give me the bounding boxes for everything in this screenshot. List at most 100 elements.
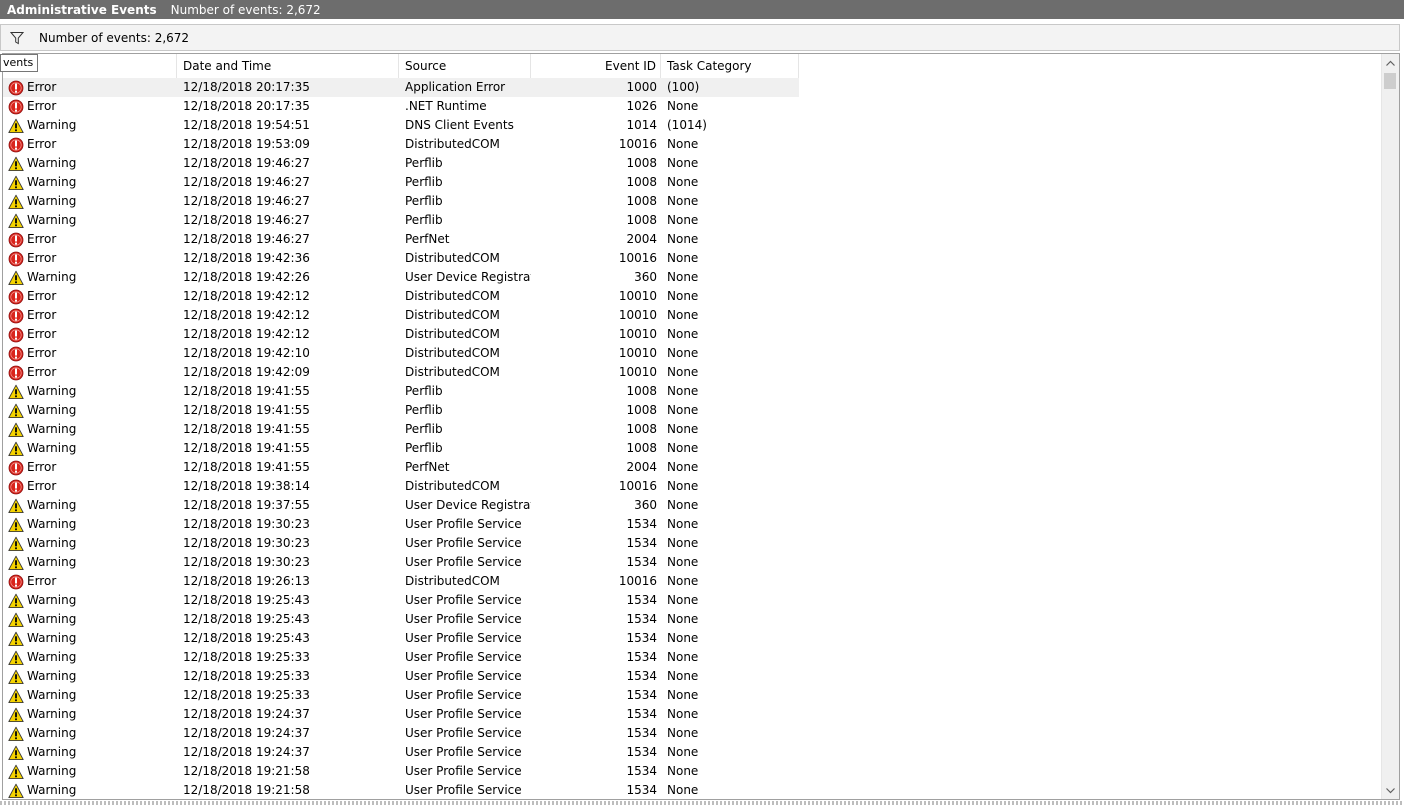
event-id-cell: 1534: [626, 669, 657, 683]
level-cell: Warning: [3, 192, 177, 211]
level-cell: Warning: [3, 781, 177, 799]
table-row[interactable]: Warning 12/18/2018 19:46:27 Perflib 1008 Non…: [3, 211, 799, 230]
source-cell: User Device Registrat...: [405, 270, 531, 284]
table-row[interactable]: Error 12/18/2018 20:17:35 .NET Runtime 1026…: [3, 97, 799, 116]
level-text: Warning: [27, 384, 77, 398]
task-category-cell: None: [667, 536, 699, 550]
table-row[interactable]: Error 12/18/2018 19:53:09 DistributedCOM 10…: [3, 135, 799, 154]
vertical-scrollbar[interactable]: [1381, 54, 1399, 799]
task-category-cell: None: [667, 441, 699, 455]
table-row[interactable]: Error 12/18/2018 19:41:55 PerfNet 2004 None: [3, 458, 799, 477]
event-id-cell: 1008: [626, 213, 657, 227]
task-category-cell: None: [667, 403, 699, 417]
level-cell: Warning: [3, 268, 177, 287]
table-row[interactable]: Warning 12/18/2018 19:41:55 Perflib 1008 Non…: [3, 439, 799, 458]
event-id-cell: 1534: [626, 536, 657, 550]
source-cell: DistributedCOM: [405, 479, 500, 493]
source-cell: User Profile Service: [405, 707, 522, 721]
table-row[interactable]: Warning 12/18/2018 19:25:43 User Profile S…: [3, 591, 799, 610]
table-row[interactable]: Warning 12/18/2018 19:25:33 User Profile S…: [3, 686, 799, 705]
level-text: Warning: [27, 517, 77, 531]
scroll-down-icon[interactable]: [1382, 782, 1399, 799]
view-title: Administrative Events: [7, 2, 157, 17]
date-cell: 12/18/2018 19:42:36: [183, 251, 310, 265]
table-row[interactable]: Warning 12/18/2018 19:25:33 User Profile S…: [3, 667, 799, 686]
table-row[interactable]: Warning 12/18/2018 19:46:27 Perflib 1008 Non…: [3, 192, 799, 211]
table-row[interactable]: Error 12/18/2018 19:46:27 PerfNet 2004 None: [3, 230, 799, 249]
table-row[interactable]: Warning 12/18/2018 19:30:23 User Profile S…: [3, 515, 799, 534]
date-cell: 12/18/2018 19:41:55: [183, 422, 310, 436]
table-row[interactable]: Error 12/18/2018 19:42:12 DistributedCOM 10…: [3, 306, 799, 325]
level-text: Warning: [27, 707, 77, 721]
task-category-cell: None: [667, 365, 699, 379]
event-id-cell: 10016: [618, 137, 657, 151]
table-row[interactable]: Warning 12/18/2018 19:24:37 User Profile S…: [3, 705, 799, 724]
task-category-cell: None: [667, 517, 699, 531]
scroll-thumb[interactable]: [1384, 73, 1396, 89]
column-header-task-category[interactable]: Task Category: [661, 54, 799, 78]
source-cell: PerfNet: [405, 232, 450, 246]
warning-icon: [8, 783, 27, 799]
warning-icon: [8, 536, 27, 552]
event-id-cell: 1534: [626, 726, 657, 740]
table-row[interactable]: Warning 12/18/2018 19:42:26 User Device Re…: [3, 268, 799, 287]
level-cell: Error: [3, 249, 177, 268]
table-row[interactable]: Error 12/18/2018 19:42:09 DistributedCOM 10…: [3, 363, 799, 382]
table-row[interactable]: Warning 12/18/2018 19:46:27 Perflib 1008 Non…: [3, 173, 799, 192]
table-row[interactable]: Warning 12/18/2018 19:21:58 User Profile S…: [3, 781, 799, 799]
table-row[interactable]: Warning 12/18/2018 19:41:55 Perflib 1008 Non…: [3, 382, 799, 401]
source-cell: .NET Runtime: [405, 99, 487, 113]
source-cell: DistributedCOM: [405, 574, 500, 588]
level-cell: Warning: [3, 553, 177, 572]
table-row[interactable]: Error 12/18/2018 19:42:10 DistributedCOM 10…: [3, 344, 799, 363]
source-cell: DistributedCOM: [405, 308, 500, 322]
column-header-event-id[interactable]: Event ID: [531, 54, 661, 78]
source-cell: Perflib: [405, 213, 443, 227]
event-id-cell: 1534: [626, 745, 657, 759]
table-row[interactable]: Warning 12/18/2018 19:41:55 Perflib 1008 Non…: [3, 401, 799, 420]
table-row[interactable]: Warning 12/18/2018 19:25:43 User Profile S…: [3, 629, 799, 648]
event-id-cell: 1534: [626, 517, 657, 531]
source-cell: PerfNet: [405, 460, 450, 474]
table-row[interactable]: Error 12/18/2018 19:42:36 DistributedCOM 10…: [3, 249, 799, 268]
date-cell: 12/18/2018 19:37:55: [183, 498, 310, 512]
event-id-cell: 1008: [626, 403, 657, 417]
table-row[interactable]: Error 12/18/2018 19:42:12 DistributedCOM 10…: [3, 325, 799, 344]
funnel-icon[interactable]: [7, 28, 27, 48]
warning-icon: [8, 631, 27, 647]
column-header-source[interactable]: Source: [399, 54, 531, 78]
scroll-up-icon[interactable]: [1382, 54, 1399, 71]
task-category-cell: None: [667, 327, 699, 341]
date-cell: 12/18/2018 19:46:27: [183, 213, 310, 227]
table-row[interactable]: Warning 12/18/2018 19:21:58 User Profile S…: [3, 762, 799, 781]
level-text: Warning: [27, 593, 77, 607]
table-row[interactable]: Error 12/18/2018 19:26:13 DistributedCOM 10…: [3, 572, 799, 591]
table-row[interactable]: Warning 12/18/2018 19:30:23 User Profile S…: [3, 553, 799, 572]
table-row[interactable]: Warning 12/18/2018 19:25:43 User Profile S…: [3, 610, 799, 629]
level-text: Warning: [27, 270, 77, 284]
table-row[interactable]: Warning 12/18/2018 19:24:37 User Profile S…: [3, 743, 799, 762]
pane-splitter[interactable]: [0, 801, 1404, 805]
event-id-cell: 1534: [626, 631, 657, 645]
date-cell: 12/18/2018 19:42:09: [183, 365, 310, 379]
column-header-date[interactable]: Date and Time: [177, 54, 399, 78]
table-row[interactable]: Error 12/18/2018 20:17:35 Application Erro…: [3, 78, 799, 97]
level-text: Warning: [27, 213, 77, 227]
table-row[interactable]: Warning 12/18/2018 19:37:55 User Device Re…: [3, 496, 799, 515]
table-row[interactable]: Warning 12/18/2018 19:25:33 User Profile S…: [3, 648, 799, 667]
table-row[interactable]: Warning 12/18/2018 19:30:23 User Profile S…: [3, 534, 799, 553]
level-cell: Warning: [3, 382, 177, 401]
source-cell: DistributedCOM: [405, 251, 500, 265]
source-cell: User Profile Service: [405, 726, 522, 740]
table-row[interactable]: Warning 12/18/2018 19:54:51 DNS Client Eve…: [3, 116, 799, 135]
table-row[interactable]: Warning 12/18/2018 19:24:37 User Profile S…: [3, 724, 799, 743]
warning-icon: [8, 517, 27, 533]
source-cell: DNS Client Events: [405, 118, 514, 132]
table-row[interactable]: Warning 12/18/2018 19:41:55 Perflib 1008 Non…: [3, 420, 799, 439]
table-row[interactable]: Error 12/18/2018 19:42:12 DistributedCOM 10…: [3, 287, 799, 306]
level-text: Warning: [27, 536, 77, 550]
table-row[interactable]: Error 12/18/2018 19:38:14 DistributedCOM 10…: [3, 477, 799, 496]
level-text: Error: [27, 479, 57, 493]
event-id-cell: 1534: [626, 593, 657, 607]
table-row[interactable]: Warning 12/18/2018 19:46:27 Perflib 1008 Non…: [3, 154, 799, 173]
